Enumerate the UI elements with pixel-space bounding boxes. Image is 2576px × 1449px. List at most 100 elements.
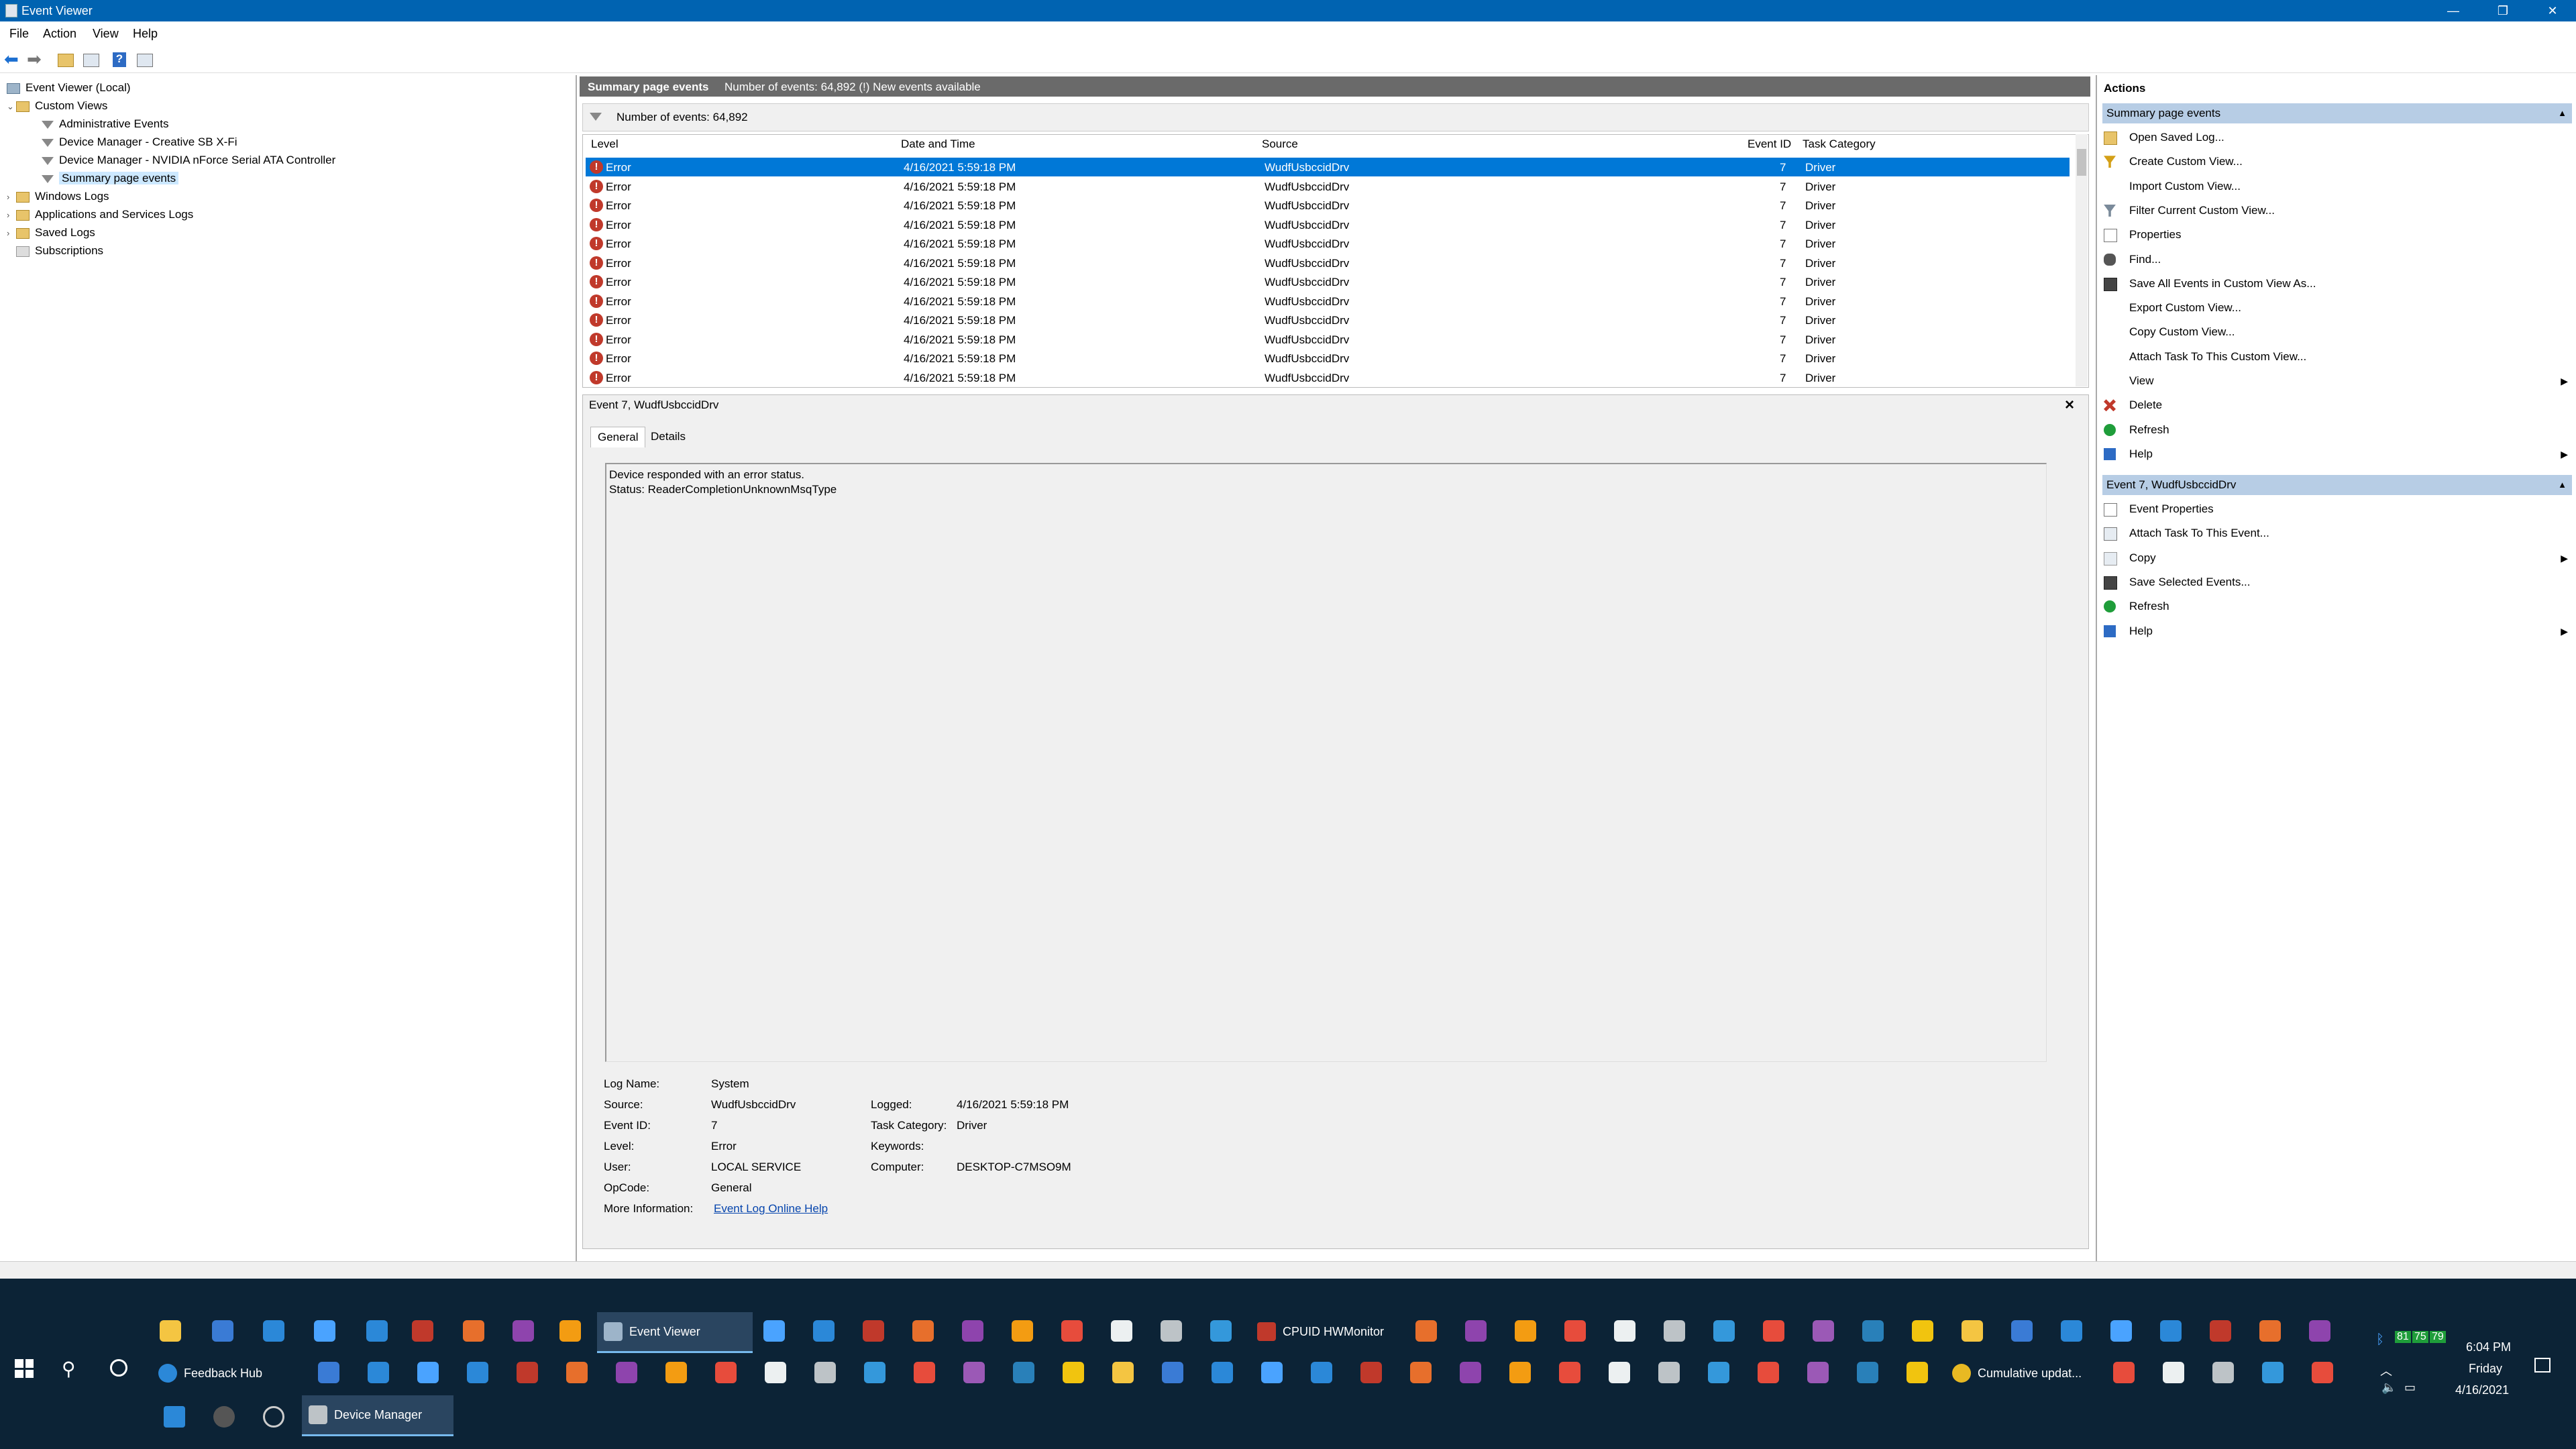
taskbar-app-icon[interactable] — [1012, 1320, 1033, 1342]
action-refresh[interactable]: Refresh — [2102, 420, 2572, 440]
event-message-box[interactable]: Device responded with an error status. S… — [605, 463, 2047, 1062]
taskbar-app-icon[interactable] — [962, 1320, 983, 1342]
taskbar-app-icon[interactable] — [814, 1362, 836, 1383]
action-save-selected-events[interactable]: Save Selected Events... — [2102, 572, 2572, 592]
actions-section-summary[interactable]: Summary page events ▲ — [2102, 103, 2572, 123]
minimize-button[interactable]: — — [2430, 0, 2477, 21]
notifications-icon[interactable] — [2534, 1358, 2551, 1373]
show-hide-console-tree-icon[interactable] — [83, 54, 99, 67]
taskbar-app-icon[interactable] — [1311, 1362, 1332, 1383]
menu-action[interactable]: Action — [43, 27, 76, 41]
actions-section-event[interactable]: Event 7, WudfUsbccidDrv ▲ — [2102, 475, 2572, 495]
taskbar-app-icon[interactable] — [417, 1362, 439, 1383]
back-arrow-icon[interactable]: ⬅ — [4, 50, 21, 68]
volume-icon[interactable]: 🔈 — [2381, 1381, 2396, 1395]
action-event-properties[interactable]: Event Properties — [2102, 499, 2572, 519]
forward-arrow-icon[interactable]: ➡ — [27, 50, 44, 68]
taskbar-app-icon[interactable] — [1658, 1362, 1680, 1383]
table-row[interactable]: ! Error 4/16/2021 5:59:18 PM WudfUsbccidDrv… — [586, 254, 2070, 272]
taskbar-app-icon[interactable] — [1664, 1320, 1685, 1342]
taskbar-app-icon[interactable] — [1614, 1320, 1635, 1342]
game-icon[interactable] — [213, 1406, 235, 1428]
column-header-task-category[interactable]: Task Category — [1803, 138, 1876, 151]
action-attach-task-to-this-event[interactable]: Attach Task To This Event... — [2102, 523, 2572, 543]
taskbar-app-icon[interactable] — [665, 1362, 687, 1383]
taskbar-app-icon[interactable] — [2061, 1320, 2082, 1342]
taskbar-app-icon[interactable] — [212, 1320, 233, 1342]
tree-windows-logs[interactable]: › Windows Logs — [7, 188, 109, 205]
tree-item-device-manager-sbxfi[interactable]: Device Manager - Creative SB X-Fi — [42, 133, 237, 151]
action-find[interactable]: Find... — [2102, 250, 2572, 270]
taskbar-app-icon[interactable] — [1813, 1320, 1834, 1342]
events-scrollbar[interactable] — [2076, 134, 2088, 386]
tree-subscriptions[interactable]: Subscriptions — [16, 242, 103, 260]
temp-badge-1[interactable]: 81 — [2395, 1331, 2411, 1343]
column-header-event-id[interactable]: Event ID — [1748, 138, 1791, 151]
taskbar-app-icon[interactable] — [2163, 1362, 2184, 1383]
taskbar-app-icon[interactable] — [2113, 1362, 2135, 1383]
table-row[interactable]: ! Error 4/16/2021 5:59:18 PM WudfUsbccidDrv… — [586, 349, 2070, 368]
app-tile-icon[interactable] — [164, 1406, 185, 1428]
taskbar-app-icon[interactable] — [263, 1320, 284, 1342]
cortana-icon[interactable] — [110, 1359, 127, 1377]
taskbar-app-icon[interactable] — [2210, 1320, 2231, 1342]
column-header-source[interactable]: Source — [1262, 138, 1298, 151]
taskbar-app-icon[interactable] — [1111, 1320, 1132, 1342]
clock-time[interactable]: 6:04 PM — [2466, 1340, 2511, 1354]
taskbar-app-icon[interactable] — [1360, 1362, 1382, 1383]
taskbar-app-icon[interactable] — [2011, 1320, 2033, 1342]
taskbar-app-icon[interactable] — [160, 1320, 181, 1342]
action-help[interactable]: Help ▶ — [2102, 444, 2572, 464]
taskbar-app-icon[interactable] — [1609, 1362, 1630, 1383]
start-windows-icon[interactable] — [15, 1359, 34, 1378]
taskbar-app-icon[interactable] — [1509, 1362, 1531, 1383]
action-import-custom-view[interactable]: Import Custom View... — [2102, 176, 2572, 197]
action-attach-task-to-this-custom-view[interactable]: Attach Task To This Custom View... — [2102, 347, 2572, 367]
taskbar-app-icon[interactable] — [412, 1320, 433, 1342]
action-filter-current-custom-view[interactable]: Filter Current Custom View... — [2102, 201, 2572, 221]
taskbar-app-icon[interactable] — [1460, 1362, 1481, 1383]
taskbar-app-icon[interactable] — [1261, 1362, 1283, 1383]
chevron-right-icon[interactable]: › — [7, 207, 16, 224]
up-folder-icon[interactable] — [58, 54, 74, 67]
taskbar-app-icon[interactable] — [1857, 1362, 1878, 1383]
tab-details[interactable]: Details — [644, 427, 692, 447]
menu-view[interactable]: View — [93, 27, 119, 41]
taskbar-app-icon[interactable] — [1112, 1362, 1134, 1383]
column-header-date[interactable]: Date and Time — [901, 138, 975, 151]
taskbar-app-icon[interactable] — [616, 1362, 637, 1383]
action-create-custom-view[interactable]: Create Custom View... — [2102, 152, 2572, 172]
action-copy[interactable]: Copy ▶ — [2102, 548, 2572, 568]
column-header-level[interactable]: Level — [591, 138, 619, 151]
action-export-custom-view[interactable]: Export Custom View... — [2102, 298, 2572, 318]
taskbar-app-icon[interactable] — [1162, 1362, 1183, 1383]
tree-custom-views[interactable]: ⌄ Custom Views — [7, 97, 107, 115]
scrollbar-thumb[interactable] — [2077, 149, 2086, 176]
taskbar-app-icon[interactable] — [1862, 1320, 1884, 1342]
action-open-saved-log[interactable]: Open Saved Log... — [2102, 127, 2572, 148]
action-copy-custom-view[interactable]: Copy Custom View... — [2102, 322, 2572, 342]
taskbar-app-icon[interactable] — [314, 1320, 335, 1342]
table-row[interactable]: ! Error 4/16/2021 5:59:18 PM WudfUsbccidDrv… — [586, 311, 2070, 329]
clock-day[interactable]: Friday — [2469, 1362, 2502, 1376]
taskbar-app-icon[interactable] — [1061, 1320, 1083, 1342]
taskbar-app-icon[interactable] — [2309, 1320, 2330, 1342]
taskbar-app-icon[interactable] — [318, 1362, 339, 1383]
taskbar-app-icon[interactable] — [2110, 1320, 2132, 1342]
circle-app-icon[interactable] — [263, 1406, 284, 1428]
tree-item-device-manager-nforce[interactable]: Device Manager - NVIDIA nForce Serial AT… — [42, 152, 335, 169]
taskbar-app-icon[interactable] — [1807, 1362, 1829, 1383]
taskbar-app-icon[interactable] — [765, 1362, 786, 1383]
taskbar-app-icon[interactable] — [467, 1362, 488, 1383]
taskbar-app-icon[interactable] — [1161, 1320, 1182, 1342]
taskbar-app-icon[interactable] — [914, 1362, 935, 1383]
taskbar-app-icon[interactable] — [864, 1362, 885, 1383]
table-row[interactable]: ! Error 4/16/2021 5:59:18 PM WudfUsbccidDrv… — [586, 234, 2070, 253]
network-icon[interactable]: ▭ — [2404, 1381, 2416, 1395]
tree-root[interactable]: Event Viewer (Local) — [7, 79, 131, 97]
taskbar-app-icon[interactable] — [863, 1320, 884, 1342]
bluetooth-icon[interactable]: ᛒ — [2376, 1332, 2387, 1348]
taskbar-event-viewer[interactable]: Event Viewer — [597, 1312, 753, 1353]
taskbar-app-icon[interactable] — [1063, 1362, 1084, 1383]
taskbar-app-icon[interactable] — [963, 1362, 985, 1383]
